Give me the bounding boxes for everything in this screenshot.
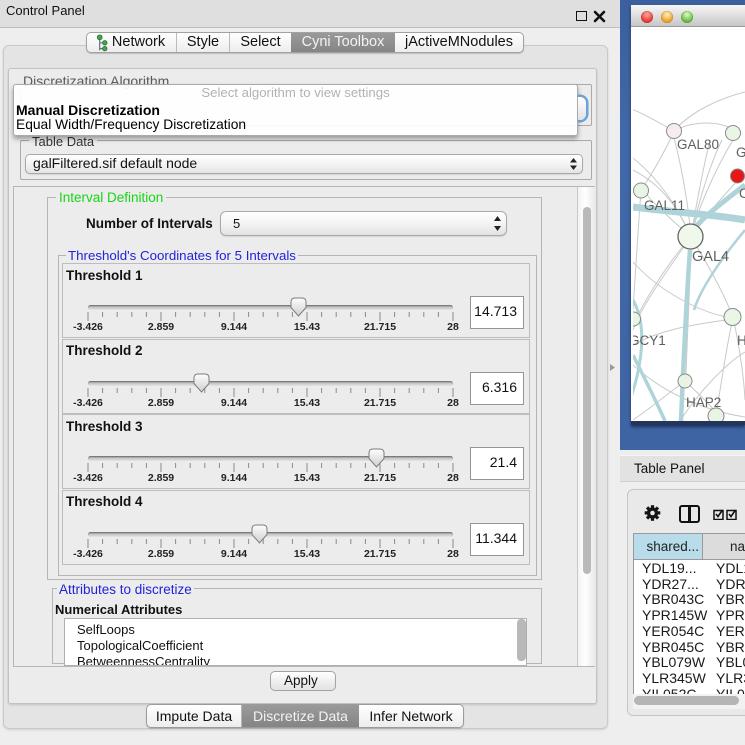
svg-text:HAP2: HAP2: [686, 395, 721, 410]
svg-text:GAL11: GAL11: [644, 198, 685, 213]
svg-text:GAL4: GAL4: [692, 249, 729, 265]
svg-text:C: C: [739, 186, 745, 201]
svg-text:GAL80: GAL80: [677, 137, 719, 152]
svg-text:GA: GA: [736, 145, 745, 160]
svg-text:GCY1: GCY1: [633, 333, 666, 348]
svg-text:H: H: [737, 333, 745, 348]
